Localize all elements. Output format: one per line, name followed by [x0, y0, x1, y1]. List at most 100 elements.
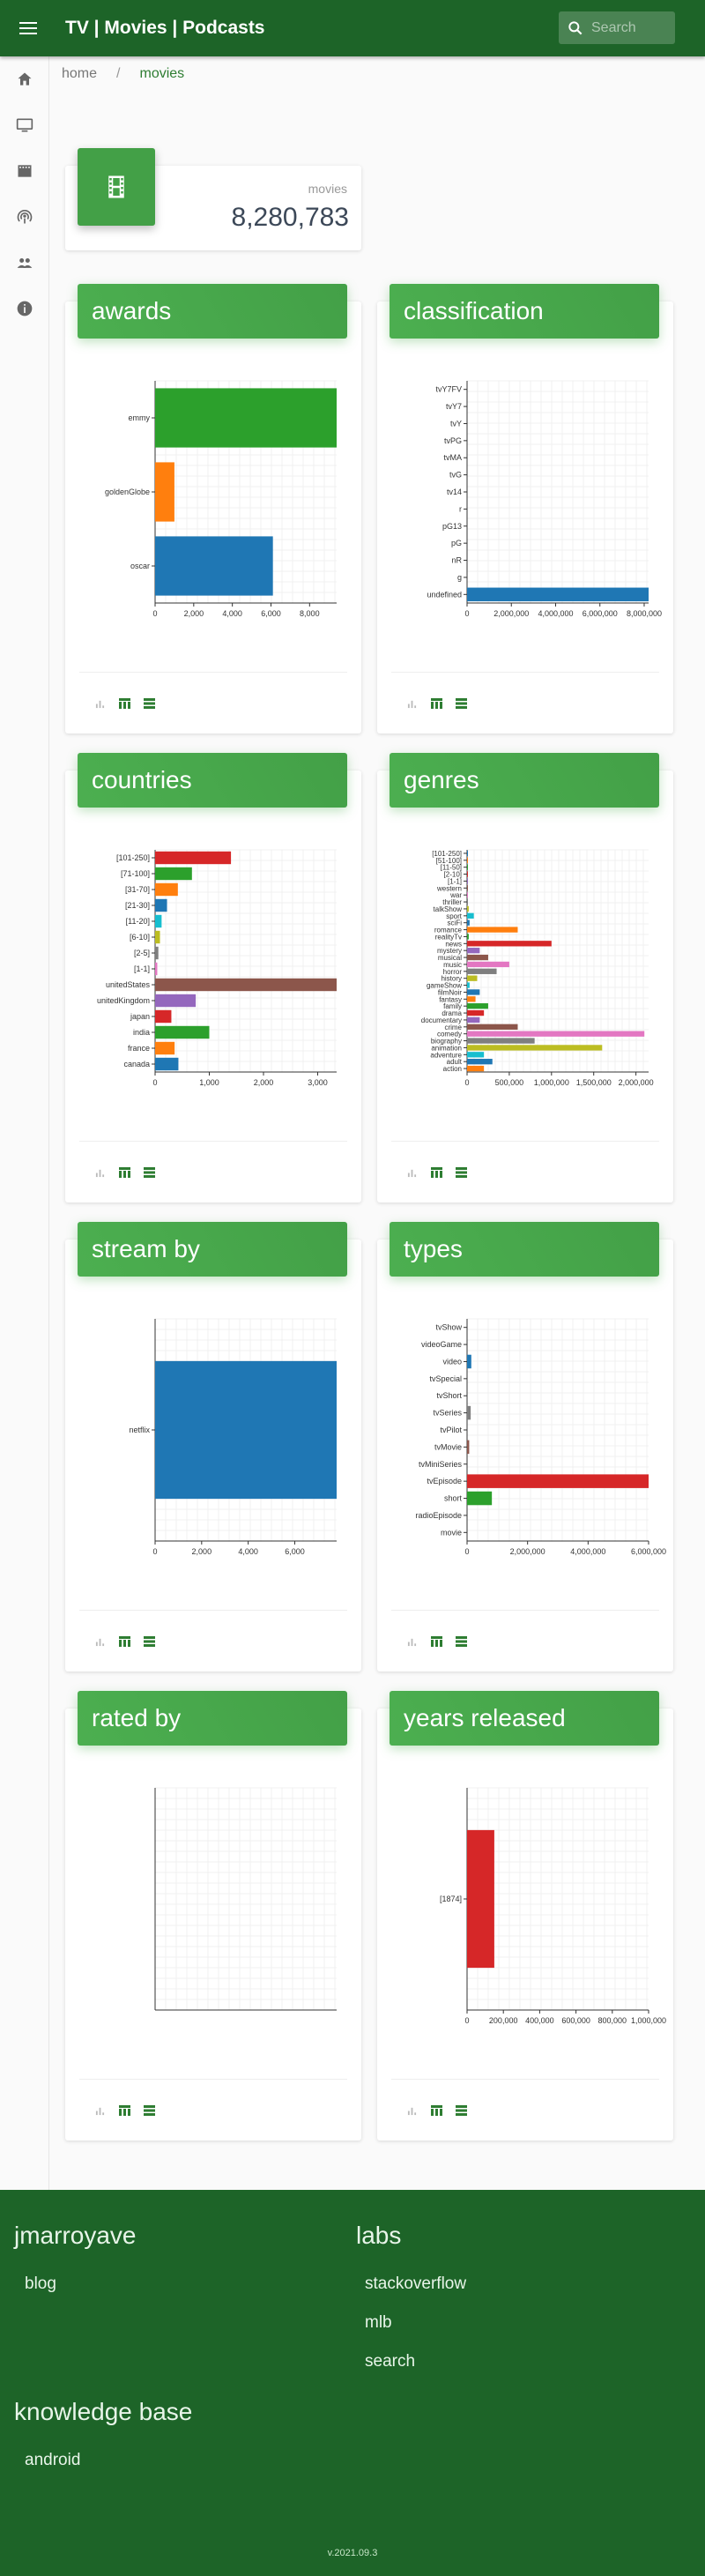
bar-chart-icon[interactable]	[93, 697, 106, 710]
menu-icon[interactable]	[19, 15, 46, 41]
list-icon[interactable]	[143, 1635, 155, 1648]
bar-talkshow[interactable]	[467, 905, 469, 912]
footer-link-mlb[interactable]: mlb	[365, 2313, 392, 2333]
bar-chart-icon[interactable]	[405, 2104, 418, 2117]
bar-canada[interactable]	[155, 1057, 179, 1071]
bar-news[interactable]	[467, 941, 552, 947]
bar-51-100[interactable]	[467, 857, 468, 863]
bar-netflix[interactable]	[155, 1360, 337, 1500]
bar-chart-icon[interactable]	[93, 1635, 106, 1648]
bar-horror[interactable]	[467, 968, 497, 974]
bar-mystery[interactable]	[467, 948, 480, 954]
bar-unitedstates[interactable]	[155, 978, 337, 992]
bar-thriller[interactable]	[467, 898, 468, 905]
table-icon[interactable]	[430, 1166, 442, 1179]
list-icon[interactable]	[455, 1166, 467, 1179]
bar-chart-icon[interactable]	[405, 1635, 418, 1648]
nav-tv[interactable]	[0, 102, 49, 148]
bar-adult[interactable]	[467, 1059, 493, 1065]
bar-crime[interactable]	[467, 1024, 518, 1030]
bar-sport[interactable]	[467, 912, 474, 919]
bar-india[interactable]	[155, 1025, 210, 1039]
bar-tvepisode[interactable]	[467, 1474, 649, 1488]
bar-chart-icon[interactable]	[405, 697, 418, 710]
breadcrumb-home[interactable]: home	[62, 66, 97, 82]
footer-link-android[interactable]: android	[25, 2451, 80, 2470]
bar-fantasy[interactable]	[467, 996, 476, 1002]
table-icon[interactable]	[118, 2104, 130, 2117]
bar-101-250[interactable]	[155, 851, 232, 865]
bar-unitedkingdom[interactable]	[155, 994, 197, 1008]
table-icon[interactable]	[430, 697, 442, 710]
list-icon[interactable]	[455, 1635, 467, 1648]
table-icon[interactable]	[118, 1166, 130, 1179]
bar-11-50[interactable]	[467, 864, 468, 870]
table-icon[interactable]	[430, 2104, 442, 2117]
bar-emmy[interactable]	[155, 388, 337, 448]
nav-home[interactable]	[0, 56, 49, 102]
bar-war[interactable]	[467, 892, 468, 898]
bar-action[interactable]	[467, 1065, 485, 1072]
bar-france[interactable]	[155, 1041, 175, 1055]
bar-chart-icon[interactable]	[93, 2104, 106, 2117]
bar-undefined[interactable]	[467, 587, 649, 602]
bar-scifi[interactable]	[467, 919, 470, 926]
bar-musical[interactable]	[467, 954, 488, 961]
bar-tvseries[interactable]	[467, 1405, 471, 1420]
bar-2-5[interactable]	[155, 946, 159, 960]
footer-link-stackoverflow[interactable]: stackoverflow	[365, 2274, 466, 2294]
bar-drama[interactable]	[467, 1009, 485, 1016]
bar-2-10[interactable]	[467, 871, 468, 877]
footer-link-search[interactable]: search	[365, 2352, 415, 2371]
table-icon[interactable]	[118, 697, 130, 710]
bar-chart-icon[interactable]	[93, 1166, 106, 1179]
bar-31-70[interactable]	[155, 882, 178, 897]
footer-link-blog[interactable]: blog	[25, 2274, 56, 2294]
bar-1-1[interactable]	[155, 962, 158, 976]
bar-adventure[interactable]	[467, 1052, 485, 1058]
search-box[interactable]	[559, 11, 675, 44]
app-title[interactable]: TV | Movies | Podcasts	[65, 18, 265, 39]
bar-documentary[interactable]	[467, 1016, 480, 1024]
table-icon[interactable]	[118, 1635, 130, 1648]
bar-chart-icon[interactable]	[405, 1166, 418, 1179]
bar-goldenglobe[interactable]	[155, 462, 174, 522]
nav-podcasts[interactable]	[0, 194, 49, 240]
table-icon[interactable]	[430, 1635, 442, 1648]
bar-biography[interactable]	[467, 1038, 535, 1044]
bar-comedy[interactable]	[467, 1031, 645, 1037]
bar-history[interactable]	[467, 975, 478, 981]
bar-71-100[interactable]	[155, 867, 192, 881]
list-icon[interactable]	[455, 2104, 467, 2117]
list-icon[interactable]	[143, 697, 155, 710]
card-divider	[79, 2079, 347, 2080]
nav-info[interactable]	[0, 286, 49, 331]
bar-realitytv[interactable]	[467, 934, 469, 940]
bar-tvmovie[interactable]	[467, 1440, 470, 1455]
bar-1874[interactable]	[467, 1829, 494, 1969]
bar-japan[interactable]	[155, 1009, 172, 1024]
bar-101-250[interactable]	[467, 850, 468, 857]
list-icon[interactable]	[143, 1166, 155, 1179]
search-input[interactable]	[591, 19, 671, 36]
list-icon[interactable]	[455, 697, 467, 710]
nav-people[interactable]	[0, 240, 49, 286]
bar-short[interactable]	[467, 1491, 493, 1506]
bar-romance[interactable]	[467, 927, 518, 933]
y-tick-label: [1-1]	[134, 964, 150, 973]
bar-1-1[interactable]	[467, 878, 468, 884]
list-icon[interactable]	[143, 2104, 155, 2117]
bar-video[interactable]	[467, 1354, 471, 1369]
bar-11-20[interactable]	[155, 914, 162, 928]
bar-animation[interactable]	[467, 1045, 603, 1051]
bar-western[interactable]	[467, 885, 468, 891]
bar-filmnoir[interactable]	[467, 989, 480, 995]
x-tick-label: 0	[464, 1547, 469, 1556]
bar-21-30[interactable]	[155, 898, 167, 912]
bar-gameshow[interactable]	[467, 982, 470, 988]
bar-music[interactable]	[467, 961, 509, 968]
nav-movies[interactable]	[0, 148, 49, 194]
bar-6-10[interactable]	[155, 930, 160, 944]
bar-family[interactable]	[467, 1003, 488, 1009]
bar-oscar[interactable]	[155, 536, 273, 596]
